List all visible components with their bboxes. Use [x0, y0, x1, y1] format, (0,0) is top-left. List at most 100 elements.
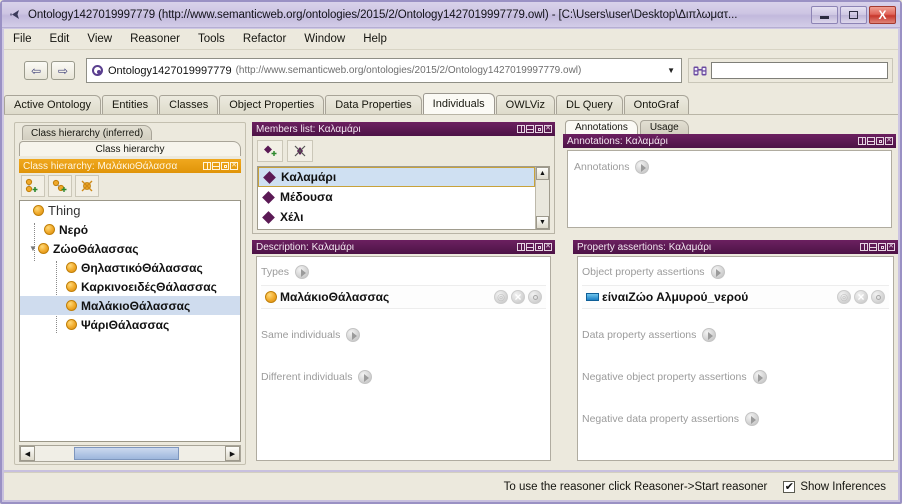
ontology-selector[interactable]: Ontology1427019997779 (http://www.semant… — [86, 58, 682, 83]
tree-twisty-expanded-icon[interactable]: ▼ — [28, 244, 38, 253]
tab-class-hierarchy-inferred[interactable]: Class hierarchy (inferred) — [22, 125, 153, 140]
edit-entry-icon[interactable] — [837, 290, 851, 304]
add-same-individual-button[interactable] — [346, 328, 361, 342]
close-view-icon[interactable]: ✕ — [544, 243, 552, 251]
add-different-individual-button[interactable] — [358, 370, 373, 384]
add-subclass-button[interactable] — [21, 175, 45, 197]
maximize-view-icon[interactable] — [221, 162, 229, 170]
members-list-vertical-scrollbar[interactable]: ▲ ▼ — [535, 167, 549, 229]
split-view-icon[interactable] — [858, 137, 866, 145]
tab-annotations[interactable]: Annotations — [565, 120, 638, 134]
tree-item-karkinoeides[interactable]: ΚαρκινοειδέςΘάλασσας — [20, 277, 240, 296]
menu-item-tools[interactable]: Tools — [189, 31, 234, 47]
show-inferences-toggle[interactable]: Show Inferences — [783, 479, 886, 495]
show-inferences-checkbox[interactable] — [783, 479, 796, 495]
add-type-button[interactable] — [295, 265, 310, 279]
close-button[interactable]: X — [869, 5, 896, 24]
scroll-up-icon[interactable]: ▲ — [536, 167, 549, 180]
tree-item-malakio[interactable]: ΜαλάκιοΘάλασσας — [20, 296, 240, 315]
collapse-view-icon[interactable] — [526, 125, 534, 133]
delete-class-button[interactable] — [75, 175, 99, 197]
scrollbar-track[interactable] — [536, 180, 549, 216]
members-list[interactable]: Καλαμάρι Μέδουσα Χέλι ▲ ▼ — [257, 166, 550, 230]
tab-object-properties[interactable]: Object Properties — [219, 95, 325, 114]
tree-item-nero[interactable]: Νερό — [20, 220, 240, 239]
scrollbar-thumb[interactable] — [74, 447, 179, 460]
menu-item-help[interactable]: Help — [354, 31, 396, 47]
list-item[interactable]: Μέδουσα — [258, 187, 535, 207]
split-view-icon[interactable] — [517, 243, 525, 251]
forward-button[interactable]: ⇨ — [51, 61, 75, 80]
close-view-icon[interactable]: ✕ — [885, 137, 893, 145]
menu-item-view[interactable]: View — [78, 31, 121, 47]
search-area — [688, 58, 893, 83]
menu-item-reasoner[interactable]: Reasoner — [121, 31, 189, 47]
scroll-right-icon[interactable]: ▶ — [225, 446, 240, 461]
tree-item-psari[interactable]: ΨάριΘάλασσας — [20, 315, 240, 334]
tab-class-hierarchy[interactable]: Class hierarchy — [19, 141, 241, 156]
split-view-icon[interactable] — [860, 243, 868, 251]
class-hierarchy-horizontal-scrollbar[interactable]: ◀ ▶ — [19, 445, 241, 462]
tab-dl-query[interactable]: DL Query — [555, 95, 623, 114]
collapse-view-icon[interactable] — [212, 162, 220, 170]
menu-item-window[interactable]: Window — [295, 31, 354, 47]
menu-item-file[interactable]: File — [4, 31, 41, 47]
maximize-view-icon[interactable] — [535, 243, 543, 251]
add-annotation-button[interactable] — [635, 160, 650, 174]
annotate-entry-icon[interactable] — [528, 290, 542, 304]
type-entry-row[interactable]: ΜαλάκιoΘάλασσας — [261, 285, 546, 309]
tab-classes[interactable]: Classes — [159, 95, 219, 114]
tree-item-thilastiko[interactable]: ΘηλαστικόΘάλασσας — [20, 258, 240, 277]
close-view-icon[interactable]: ✕ — [544, 125, 552, 133]
delete-individual-button[interactable] — [287, 140, 313, 162]
tab-data-properties[interactable]: Data Properties — [325, 95, 422, 114]
scroll-down-icon[interactable]: ▼ — [536, 216, 549, 229]
tab-usage[interactable]: Usage — [639, 120, 689, 134]
collapse-view-icon[interactable] — [869, 243, 877, 251]
split-view-icon[interactable] — [517, 125, 525, 133]
menu-item-edit[interactable]: Edit — [41, 31, 79, 47]
split-view-icon[interactable] — [203, 162, 211, 170]
collapse-view-icon[interactable] — [526, 243, 534, 251]
maximize-view-icon[interactable] — [535, 125, 543, 133]
scroll-left-icon[interactable]: ◀ — [20, 446, 35, 461]
add-individual-button[interactable] — [257, 140, 283, 162]
tab-owlviz[interactable]: OWLViz — [495, 95, 555, 114]
close-view-icon[interactable]: ✕ — [230, 162, 238, 170]
remove-entry-icon[interactable] — [854, 289, 868, 305]
class-hierarchy-tree[interactable]: Thing Νερό ▼ ΖώοΘάλασσας ΘηλαστικόΘάλασσ… — [19, 200, 241, 442]
tab-individuals[interactable]: Individuals — [422, 93, 495, 114]
back-button[interactable]: ⇦ — [24, 61, 48, 80]
annotate-entry-icon[interactable] — [871, 290, 885, 304]
add-object-property-assertion-button[interactable] — [710, 265, 725, 279]
remove-entry-icon[interactable] — [511, 289, 525, 305]
maximize-button[interactable] — [840, 5, 867, 24]
minimize-button[interactable] — [811, 5, 838, 24]
maximize-view-icon[interactable] — [876, 137, 884, 145]
object-property-assertion-row[interactable]: είναιΖώο Αλμυρού_νερού — [582, 285, 889, 309]
tree-item-label: ΘηλαστικόΘάλασσας — [81, 260, 203, 275]
maximize-view-icon[interactable] — [878, 243, 886, 251]
tab-ontograf[interactable]: OntoGraf — [623, 95, 689, 114]
class-hierarchy-view-title: Class hierarchy: ΜαλάκιοΘάλασσα — [23, 160, 178, 172]
list-item[interactable]: Χέλι — [258, 207, 535, 227]
add-negative-data-property-assertion-button[interactable] — [745, 412, 760, 426]
main-tab-strip: Active Ontology Entities Classes Object … — [4, 93, 898, 115]
tree-item-zoothalassas[interactable]: ▼ ΖώοΘάλασσας — [20, 239, 240, 258]
add-sibling-class-button[interactable] — [48, 175, 72, 197]
search-icon[interactable] — [692, 65, 708, 77]
tab-entities[interactable]: Entities — [102, 95, 159, 114]
chevron-down-icon[interactable]: ▼ — [667, 66, 675, 75]
list-item[interactable]: Καλαμάρι — [258, 167, 535, 187]
close-view-icon[interactable]: ✕ — [887, 243, 895, 251]
tree-item-thing[interactable]: Thing — [20, 201, 240, 220]
menu-item-refactor[interactable]: Refactor — [234, 31, 295, 47]
collapse-view-icon[interactable] — [867, 137, 875, 145]
edit-entry-icon[interactable] — [494, 290, 508, 304]
search-input[interactable] — [711, 62, 888, 79]
add-data-property-assertion-button[interactable] — [702, 328, 717, 342]
tab-active-ontology[interactable]: Active Ontology — [4, 95, 102, 114]
members-list-items: Καλαμάρι Μέδουσα Χέλι — [258, 167, 535, 229]
add-negative-object-property-assertion-button[interactable] — [752, 370, 767, 384]
window-controls: X — [809, 5, 896, 24]
